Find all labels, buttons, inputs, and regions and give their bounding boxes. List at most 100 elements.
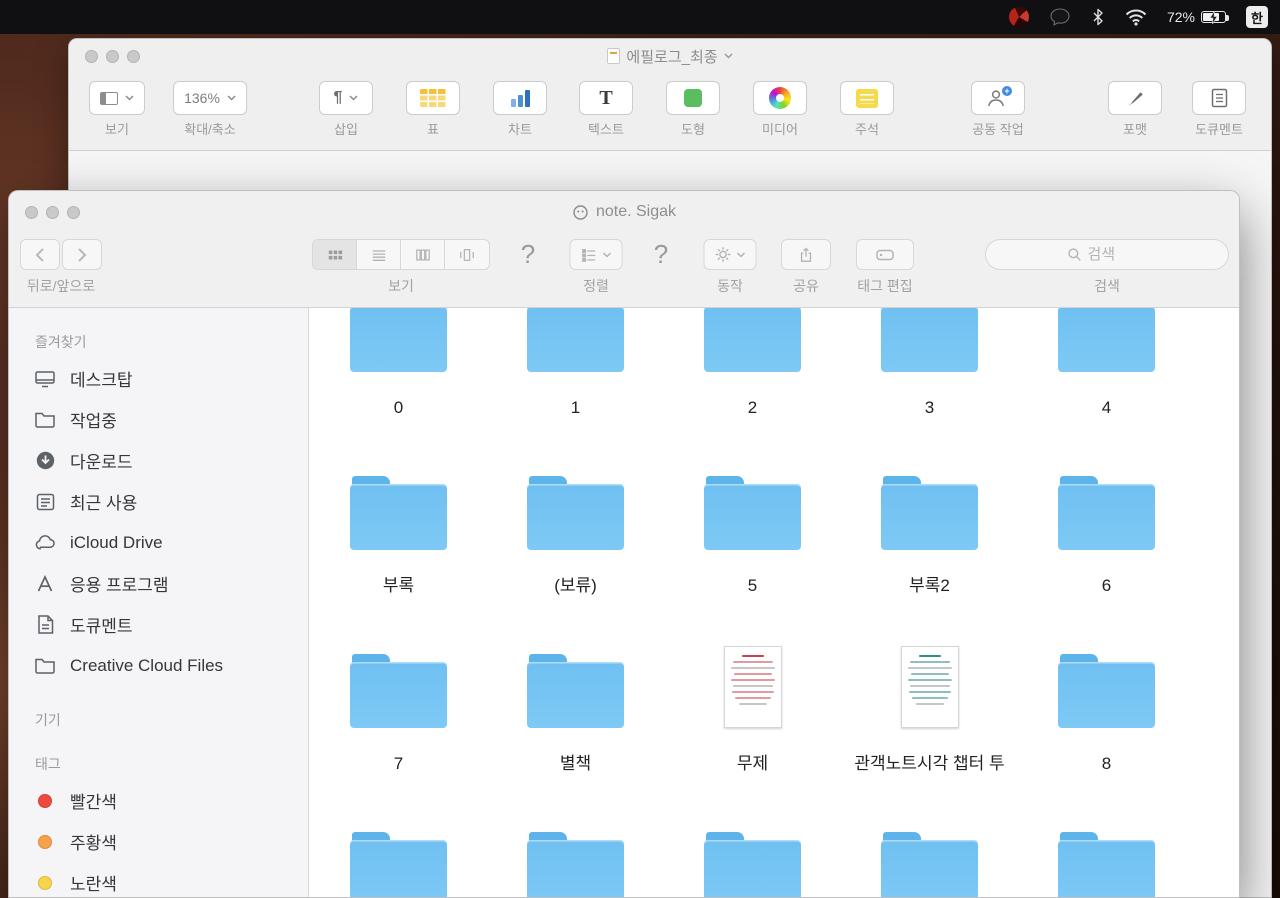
- text-icon: T: [599, 87, 613, 109]
- folder-item[interactable]: 8: [1018, 644, 1195, 822]
- document-icon: [900, 646, 959, 728]
- documents-icon: [33, 614, 57, 635]
- minimize-button[interactable]: [106, 49, 119, 63]
- folder-icon: [881, 832, 978, 897]
- sort-button[interactable]: [569, 239, 623, 270]
- recents-icon: [33, 492, 57, 512]
- folder-item[interactable]: 별책: [487, 644, 664, 822]
- folder-item[interactable]: 4: [1018, 308, 1195, 466]
- folder-item[interactable]: 부록2: [841, 466, 1018, 644]
- bluetooth-icon: [1093, 8, 1103, 26]
- pages-toolbar: 보기 136% 확대/축소 ¶ 삽입 표 차트 T 텍스트 도형 미디어 주석 …: [69, 73, 1271, 151]
- folder-item[interactable]: 2: [664, 308, 841, 466]
- folder-icon: [704, 308, 801, 372]
- menu-extra-app[interactable]: [1008, 7, 1029, 27]
- pages-view-button[interactable]: 보기: [89, 81, 145, 138]
- pages-media-button[interactable]: 미디어: [753, 81, 807, 138]
- menu-extra-wifi[interactable]: [1125, 8, 1147, 26]
- sidebar-item-documents[interactable]: 도큐멘트: [33, 604, 308, 645]
- input-source-menu[interactable]: 한: [1246, 6, 1268, 28]
- folder-item[interactable]: 7: [310, 644, 487, 822]
- sidebar-item-desktop[interactable]: 데스크탑: [33, 358, 308, 399]
- forward-button[interactable]: [62, 239, 102, 270]
- pages-comment-button[interactable]: 주석: [840, 81, 894, 138]
- search-icon: [1067, 248, 1081, 261]
- file-label: 4: [1101, 398, 1112, 417]
- favorites-section-title: 즐겨찾기: [35, 334, 87, 350]
- file-grid: 0 1 2 3 4 부록 (보류) 5 부록2 6 7 별책 무제 관객노트시각…: [310, 308, 1195, 897]
- pages-insert-button[interactable]: ¶ 삽입: [319, 81, 373, 138]
- document-icon: [607, 48, 621, 64]
- sidebar-tag-yellow[interactable]: 노란색: [33, 862, 308, 897]
- folder-item[interactable]: [664, 822, 841, 897]
- zoom-value: 136%: [184, 90, 220, 106]
- pages-titlebar: 에필로그_최종: [69, 39, 1271, 73]
- folder-icon: [704, 832, 801, 897]
- folder-item[interactable]: [487, 822, 664, 897]
- sidebar-tag-orange[interactable]: 주황색: [33, 821, 308, 862]
- folder-item[interactable]: [841, 822, 1018, 897]
- sidebar-item-work-folder[interactable]: 작업중: [33, 399, 308, 440]
- chevron-down-icon: [602, 251, 612, 258]
- zoom-button[interactable]: [127, 49, 140, 63]
- pages-document-button[interactable]: 도큐멘트: [1192, 81, 1246, 138]
- action-button[interactable]: [703, 239, 757, 270]
- folder-icon: [1058, 832, 1155, 897]
- folder-icon: [527, 832, 624, 897]
- sidebar-item-recents[interactable]: 최근 사용: [33, 481, 308, 522]
- file-label: 1: [570, 398, 581, 417]
- view-pane-icon: [100, 91, 118, 105]
- icon-view-button[interactable]: [313, 240, 357, 269]
- folder-item[interactable]: 6: [1018, 466, 1195, 644]
- column-view-button[interactable]: [401, 240, 445, 269]
- folder-item[interactable]: [1018, 822, 1195, 897]
- file-label: 별책: [559, 754, 592, 773]
- pages-window-title[interactable]: 에필로그_최종: [607, 46, 733, 67]
- finder-content-area[interactable]: 0 1 2 3 4 부록 (보류) 5 부록2 6 7 별책 무제 관객노트시각…: [309, 308, 1239, 897]
- gallery-view-button[interactable]: [445, 240, 489, 269]
- folder-item[interactable]: 부록: [310, 466, 487, 644]
- folder-item[interactable]: 0: [310, 308, 487, 466]
- share-icon: [800, 246, 812, 262]
- applications-icon: [33, 574, 57, 593]
- chevron-down-icon: [724, 53, 733, 59]
- menu-extra-messenger[interactable]: [1049, 7, 1071, 27]
- pages-collaborate-button[interactable]: + 공동 작업: [971, 81, 1025, 138]
- pages-table-button[interactable]: 표: [406, 81, 460, 138]
- search-field[interactable]: [985, 239, 1229, 270]
- document-item[interactable]: 관객노트시각 챕터 투: [841, 644, 1018, 822]
- menu-extra-bluetooth[interactable]: [1091, 8, 1105, 26]
- battery-indicator[interactable]: 72%: [1167, 9, 1229, 25]
- close-button[interactable]: [85, 49, 98, 63]
- close-button[interactable]: [25, 205, 38, 219]
- sidebar-item-icloud-drive[interactable]: iCloud Drive: [33, 522, 308, 563]
- zoom-button[interactable]: [67, 205, 80, 219]
- list-view-button[interactable]: [357, 240, 401, 269]
- search-input[interactable]: [1087, 246, 1148, 263]
- back-button[interactable]: [20, 239, 60, 270]
- pages-shape-button[interactable]: 도형: [666, 81, 720, 138]
- sidebar-tag-red[interactable]: 빨간색: [33, 780, 308, 821]
- pages-format-button[interactable]: 포맷: [1108, 81, 1162, 138]
- minimize-button[interactable]: [46, 205, 59, 219]
- missing-toolbar-item: ?: [521, 239, 535, 270]
- folder-item[interactable]: [310, 822, 487, 897]
- file-label: 7: [393, 754, 404, 773]
- pages-text-button[interactable]: T 텍스트: [579, 81, 633, 138]
- pages-chart-button[interactable]: 차트: [493, 81, 547, 138]
- folder-item[interactable]: (보류): [487, 466, 664, 644]
- folder-item[interactable]: 1: [487, 308, 664, 466]
- edit-tags-button[interactable]: [856, 239, 914, 270]
- folder-icon: [350, 308, 447, 372]
- folder-icon: [33, 410, 57, 429]
- sidebar-item-applications[interactable]: 응용 프로그램: [33, 563, 308, 604]
- red-tag-icon: [38, 793, 52, 808]
- sidebar-item-creative-cloud-files[interactable]: Creative Cloud Files: [33, 645, 308, 686]
- pages-zoom-button[interactable]: 136% 확대/축소: [173, 81, 247, 138]
- folder-item[interactable]: 3: [841, 308, 1018, 466]
- sidebar-item-downloads[interactable]: 다운로드: [33, 440, 308, 481]
- folder-item[interactable]: 5: [664, 466, 841, 644]
- chevron-down-icon: [349, 95, 358, 101]
- share-button[interactable]: [781, 239, 831, 270]
- document-item[interactable]: 무제: [664, 644, 841, 822]
